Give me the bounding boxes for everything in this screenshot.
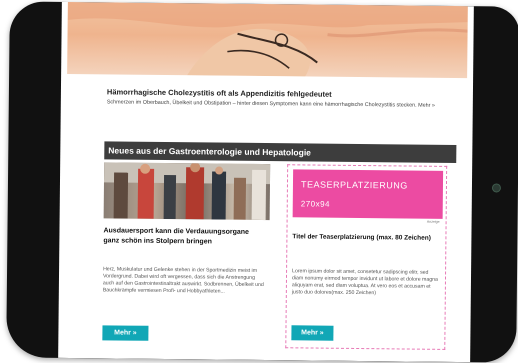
article-hero-image[interactable] [67, 1, 468, 79]
news-image[interactable] [103, 162, 271, 221]
teaser-placeholder-size: 270x94 [300, 199, 331, 209]
news-more-button[interactable]: Mehr » [102, 325, 149, 341]
tablet-frame: Hämorrhagische Cholezystitis oft als App… [6, 1, 518, 363]
teaser-title[interactable]: Titel der Teaserplatzierung (max. 80 Zei… [292, 233, 437, 243]
section-header: Neues aus der Gastroenterologie und Hepa… [104, 141, 457, 164]
teaser-ad-caption: Anzeige [426, 219, 440, 224]
news-text: Herz, Muskulatur und Gelenke stehen in d… [102, 266, 264, 295]
news-title[interactable]: Ausdauersport kann die Verdauungsorgane … [103, 226, 263, 247]
tablet-screen: Hämorrhagische Cholezystitis oft als App… [58, 1, 474, 363]
camera-icon [491, 183, 501, 193]
article-title[interactable]: Hämorrhagische Cholezystitis oft als App… [107, 87, 437, 99]
teaser-ad-placeholder[interactable]: TEASERPLATZIERUNG 270x94 [292, 169, 444, 219]
news-card: Ausdauersport kann die Verdauungsorgane … [102, 162, 271, 344]
article-teaser-text: Schmerzen im Oberbauch, Übelkeit und Obs… [106, 99, 435, 109]
teaser-placeholder-label: TEASERPLATZIERUNG [300, 179, 408, 191]
teaser-text: Lorem ipsum dolor sit amet, consetetur s… [291, 268, 438, 297]
runners-photo [103, 162, 271, 221]
teaser-more-button[interactable]: Mehr » [291, 325, 334, 341]
teaser-placement: TEASERPLATZIERUNG 270x94 Anzeige Titel d… [285, 164, 448, 350]
hero-illustration [67, 1, 468, 77]
